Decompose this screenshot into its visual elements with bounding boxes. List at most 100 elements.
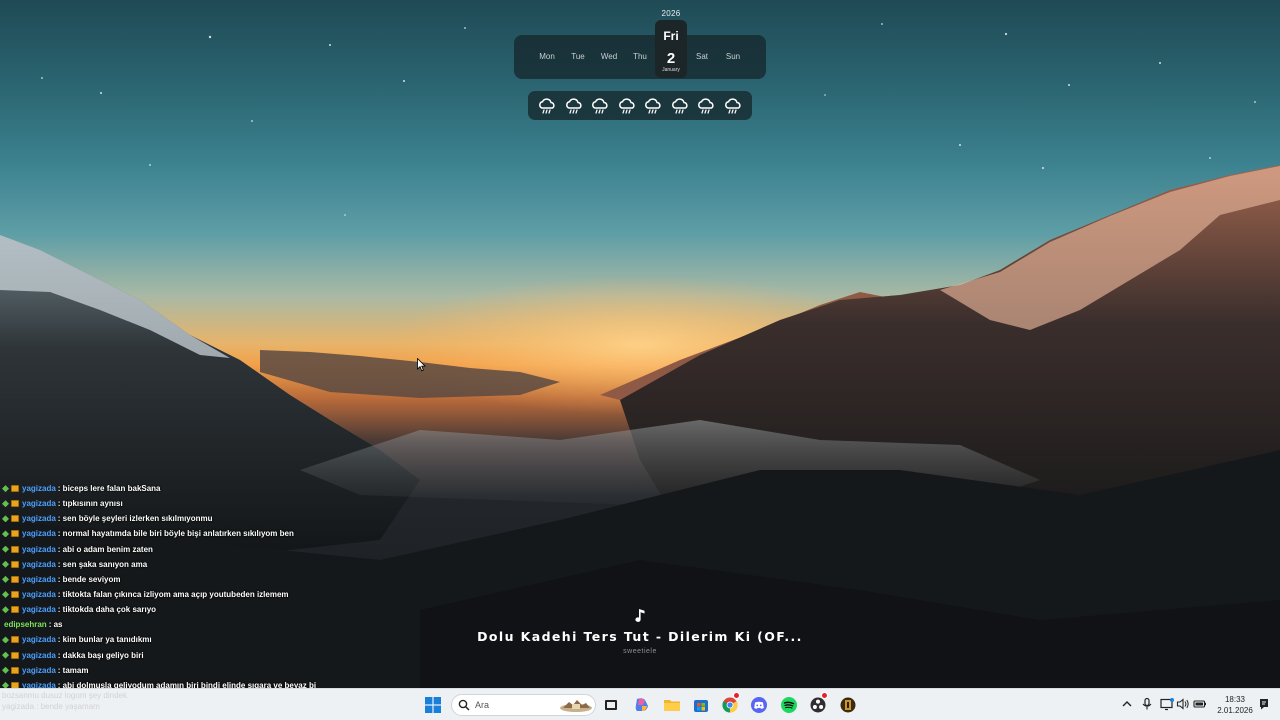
calendar-today: Fri 2 January <box>655 20 687 78</box>
battery-icon[interactable] <box>1193 697 1207 711</box>
gift-badge-icon <box>11 575 19 583</box>
windows-start-icon <box>425 697 441 713</box>
chat-username: yagizada <box>22 484 56 493</box>
taskbar-clock[interactable]: 18:33 2.01.2026 <box>1212 694 1258 716</box>
start-button[interactable] <box>421 693 445 717</box>
chat-username: yagizada <box>22 635 56 645</box>
calendar-day-sat: Sat <box>695 52 708 61</box>
taskbar-discord[interactable] <box>747 693 771 717</box>
chrome-notification-badge <box>733 692 740 699</box>
now-playing-title: Dolu Kadehi Ters Tut - Dilerim Ki (OF... <box>477 629 803 644</box>
clock-time: 18:33 <box>1224 695 1246 704</box>
chat-username: yagizada <box>22 605 56 615</box>
search-icon <box>458 699 470 711</box>
taskbar-file-explorer[interactable] <box>660 693 684 717</box>
chat-username: yagizada <box>22 589 56 599</box>
chat-username: yagizada <box>22 574 56 584</box>
taskbar-store[interactable] <box>689 693 713 717</box>
calendar-today-date: 2 <box>666 50 676 67</box>
chrome-icon <box>722 697 738 713</box>
search-highlight-icon <box>560 700 592 712</box>
cloud-rain-icon <box>592 97 608 114</box>
chat-overlay-ghost: bozsanmu dusuz logom şey dindek yagizada… <box>2 690 127 712</box>
now-playing-artist: sweetiele <box>623 648 657 655</box>
chat-message: yagizada: sen şaka sanıyon ama <box>0 557 330 572</box>
gift-badge-icon <box>11 515 19 523</box>
taskbar-game[interactable] <box>836 693 860 717</box>
chat-message: yagizada: sen böyle şeyleri izlerken sık… <box>0 511 330 526</box>
gift-badge-icon <box>11 651 19 659</box>
subscriber-badge-icon <box>2 485 9 493</box>
cloud-rain-icon <box>724 97 741 114</box>
taskbar: Ara 18:33 2.01.2026 <box>0 688 1280 720</box>
display-notification-icon[interactable] <box>1160 697 1174 711</box>
clock-date: 2.01.2026 <box>1217 706 1253 715</box>
chat-text: : tiktokda daha çok sarıyo <box>57 605 157 615</box>
cloud-rain-icon <box>539 97 555 114</box>
obs-icon <box>810 697 826 713</box>
chat-text: : biceps lere falan bakSana <box>57 484 161 493</box>
music-note-icon <box>635 609 645 622</box>
chat-message: yagizada: tiktokda daha çok sarıyo <box>0 602 330 617</box>
subscriber-badge-icon <box>2 575 9 583</box>
taskbar-spotify[interactable] <box>777 693 801 717</box>
chat-message: yagizada: dakka başı geliyo biri <box>0 648 330 663</box>
taskbar-obs[interactable] <box>806 692 830 717</box>
taskbar-copilot[interactable] <box>630 693 654 717</box>
search-placeholder: Ara <box>475 700 490 710</box>
chat-text: : bende seviyom <box>57 574 121 584</box>
chat-username: yagizada <box>22 665 56 675</box>
stream-chat-overlay: yagizada: biceps lere falan bakSana yagiz… <box>0 481 330 693</box>
microphone-icon[interactable] <box>1140 697 1154 711</box>
calendar-day-mon: Mon <box>539 52 555 61</box>
gift-badge-icon <box>11 591 19 599</box>
weather-widget <box>528 91 752 120</box>
chat-username: yagizada <box>22 514 56 524</box>
volume-icon[interactable] <box>1176 697 1190 711</box>
subscriber-badge-icon <box>2 666 9 674</box>
notification-center-icon[interactable] <box>1257 697 1271 711</box>
cloud-rain-icon <box>671 97 688 114</box>
show-hidden-icons-chevron-icon[interactable] <box>1120 697 1134 711</box>
chat-text: : dakka başı geliyo biri <box>57 650 144 660</box>
subscriber-badge-icon <box>2 530 9 538</box>
subscriber-badge-icon <box>2 606 9 614</box>
store-icon <box>694 700 708 712</box>
calendar-today-weekday: Fri <box>663 29 679 43</box>
task-view-icon <box>605 700 617 710</box>
subscriber-badge-icon <box>2 500 9 508</box>
taskbar-search[interactable]: Ara <box>451 694 596 716</box>
calendar-day-thu: Thu <box>633 52 647 61</box>
taskbar-chrome[interactable] <box>718 692 742 717</box>
subscriber-badge-icon <box>2 591 9 599</box>
gift-badge-icon <box>11 500 19 508</box>
gift-badge-icon <box>11 485 19 493</box>
gift-badge-icon <box>11 636 19 644</box>
chat-text: : tiktokta falan çıkınca izliyom ama açı… <box>57 589 289 599</box>
chat-message: yagizada: kim bunlar ya tanıdıkmı <box>0 632 330 647</box>
chat-message: yagizada: tamam <box>0 663 330 678</box>
mouse-cursor-icon <box>417 358 426 372</box>
calendar-today-month: January <box>662 67 680 73</box>
chat-message: yagizada: tiktokta falan çıkınca izliyom… <box>0 587 330 602</box>
calendar-widget: Mon Tue Wed Thu Sat Sun <box>514 35 766 79</box>
folder-icon <box>664 700 680 711</box>
chat-message: yagizada: biceps lere falan bakSana <box>0 481 330 496</box>
cloud-rain-icon <box>565 97 582 114</box>
chat-message: edipsehran: as <box>0 617 330 632</box>
subscriber-badge-icon <box>2 515 9 523</box>
cloud-rain-icon <box>645 97 661 114</box>
chat-message: yagizada: bende seviyom <box>0 572 330 587</box>
chat-text: : tıpkısının aynısı <box>57 499 123 509</box>
chat-text: : sen böyle şeyleri izlerken sıkılmıyonm… <box>57 514 213 524</box>
gift-badge-icon <box>11 606 19 614</box>
calendar-day-sun: Sun <box>725 52 741 61</box>
subscriber-badge-icon <box>2 560 9 568</box>
taskbar-task-view[interactable] <box>599 693 623 717</box>
discord-icon <box>751 697 767 713</box>
spotify-icon <box>781 697 797 713</box>
subscriber-badge-icon <box>2 651 9 659</box>
chat-text: : kim bunlar ya tanıdıkmı <box>57 635 152 645</box>
obs-recording-badge <box>821 692 828 699</box>
game-icon <box>840 697 856 713</box>
